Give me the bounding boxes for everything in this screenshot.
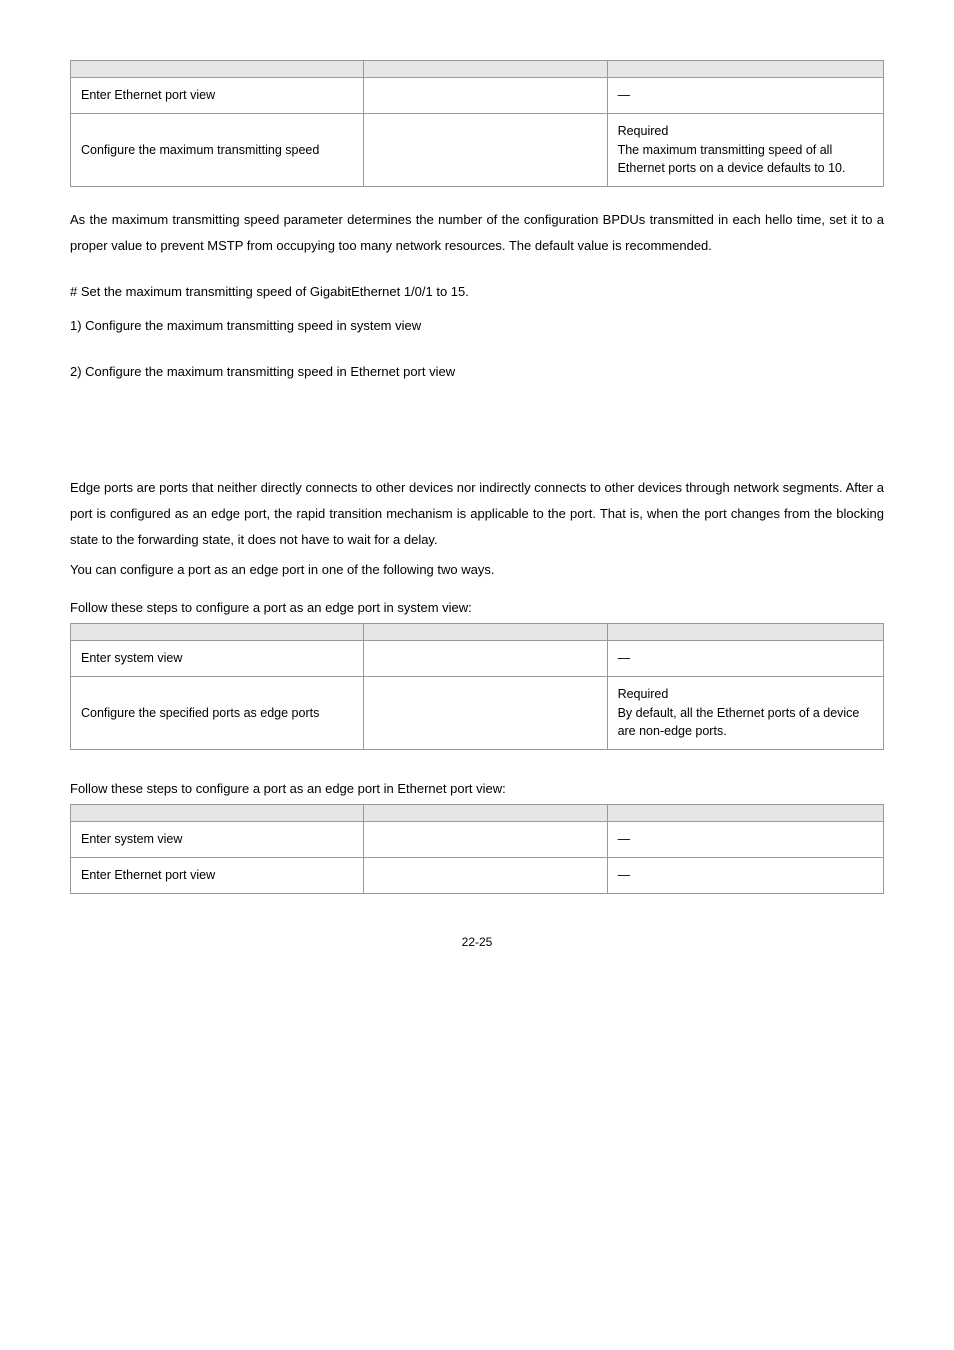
- cell-command: [363, 113, 607, 186]
- list-item-2: 2) Configure the maximum transmitting sp…: [70, 359, 884, 385]
- cell-desc-required: Required: [618, 124, 669, 138]
- cell-desc: Required By default, all the Ethernet po…: [607, 676, 883, 749]
- cell-desc: —: [607, 78, 883, 114]
- table-header-cell: [71, 61, 364, 78]
- page-number: 22-25: [70, 934, 884, 951]
- table-header-cell: [607, 61, 883, 78]
- table-row: Enter Ethernet port view —: [71, 858, 884, 894]
- table-edge-port-ethernet: Enter system view — Enter Ethernet port …: [70, 804, 884, 894]
- table-header-cell-last: [607, 805, 883, 822]
- table-row: Enter system view —: [71, 822, 884, 858]
- cell-desc-detail: The maximum transmitting speed of all Et…: [618, 143, 846, 176]
- cell-desc: —: [607, 822, 883, 858]
- table-partial-top: Enter Ethernet port view — Configure the…: [70, 60, 884, 187]
- table-header-cell: [71, 805, 364, 822]
- cell-operation: Configure the maximum transmitting speed: [71, 113, 364, 186]
- table-caption: Follow these steps to configure a port a…: [70, 599, 884, 617]
- cell-desc: —: [607, 641, 883, 677]
- table-header-cell: [363, 61, 607, 78]
- table-caption: Follow these steps to configure a port a…: [70, 780, 884, 798]
- cell-command: [363, 858, 607, 894]
- table-row: Configure the specified ports as edge po…: [71, 676, 884, 749]
- cell-operation: Enter Ethernet port view: [71, 78, 364, 114]
- table-header-cell: [363, 624, 607, 641]
- cell-command: [363, 78, 607, 114]
- cell-command: [363, 676, 607, 749]
- cell-operation: Enter system view: [71, 641, 364, 677]
- table-row: Enter Ethernet port view —: [71, 78, 884, 114]
- cell-desc-detail: By default, all the Ethernet ports of a …: [618, 706, 860, 739]
- cell-operation: Configure the specified ports as edge po…: [71, 676, 364, 749]
- table-header-cell: [607, 624, 883, 641]
- table-row: Configure the maximum transmitting speed…: [71, 113, 884, 186]
- table-row: Enter system view —: [71, 641, 884, 677]
- cell-desc: Required The maximum transmitting speed …: [607, 113, 883, 186]
- list-item-1: 1) Configure the maximum transmitting sp…: [70, 313, 884, 339]
- example-heading: # Set the maximum transmitting speed of …: [70, 279, 884, 305]
- table-header-cell: [363, 805, 607, 822]
- cell-operation: Enter system view: [71, 822, 364, 858]
- cell-desc: —: [607, 858, 883, 894]
- table-header-cell: [71, 624, 364, 641]
- cell-command: [363, 641, 607, 677]
- cell-command: [363, 822, 607, 858]
- body-paragraph: Edge ports are ports that neither direct…: [70, 475, 884, 553]
- body-paragraph: You can configure a port as an edge port…: [70, 557, 884, 583]
- body-paragraph: As the maximum transmitting speed parame…: [70, 207, 884, 259]
- table-edge-port-system: Enter system view — Configure the specif…: [70, 623, 884, 750]
- cell-desc-required: Required: [618, 687, 669, 701]
- cell-operation: Enter Ethernet port view: [71, 858, 364, 894]
